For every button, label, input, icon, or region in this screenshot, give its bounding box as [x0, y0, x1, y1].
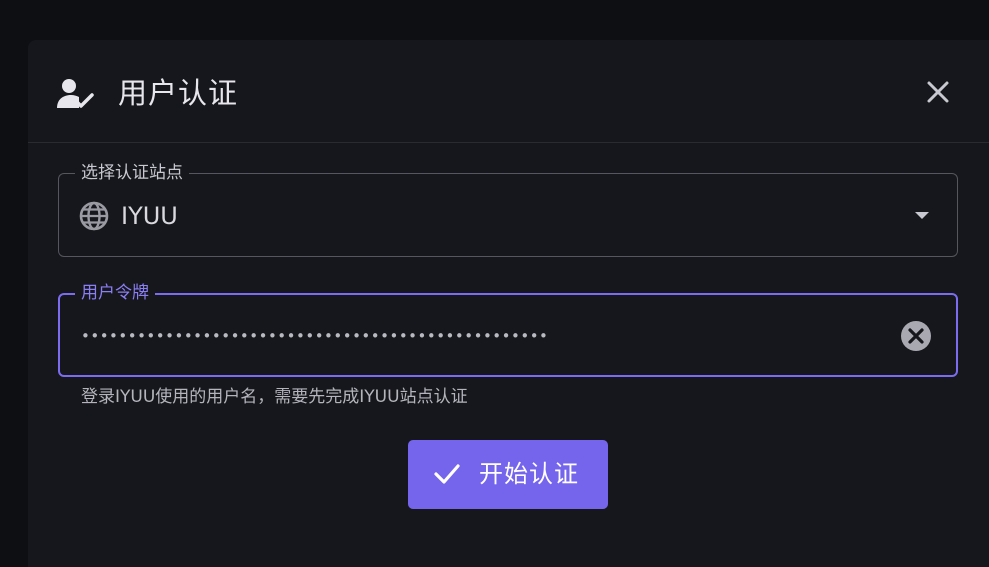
chevron-down-icon[interactable] — [913, 208, 931, 222]
start-auth-label: 开始认证 — [479, 460, 579, 488]
check-icon — [434, 464, 460, 484]
globe-icon — [79, 201, 109, 231]
close-icon[interactable] — [920, 74, 956, 110]
token-hint: 登录IYUU使用的用户名，需要先完成IYUU站点认证 — [81, 387, 468, 407]
site-select-value: IYUU — [121, 202, 178, 230]
token-field[interactable]: 用户令牌 •••••••••••••••••••••••••••••••••••… — [58, 281, 958, 377]
clear-icon[interactable] — [899, 319, 933, 353]
dialog-title: 用户认证 — [118, 76, 239, 110]
start-auth-button[interactable]: 开始认证 — [408, 440, 608, 509]
site-select-label: 选择认证站点 — [75, 161, 189, 185]
auth-dialog: 用户认证 选择认证站点 IYUU 用户令牌 ••••••••••••••••••… — [28, 40, 989, 567]
token-input[interactable]: ••••••••••••••••••••••••••••••••••••••••… — [81, 319, 548, 353]
dialog-header: 用户认证 — [28, 40, 989, 143]
site-select[interactable]: 选择认证站点 IYUU — [58, 161, 958, 257]
token-field-label: 用户令牌 — [75, 281, 155, 305]
user-check-icon — [57, 79, 94, 108]
